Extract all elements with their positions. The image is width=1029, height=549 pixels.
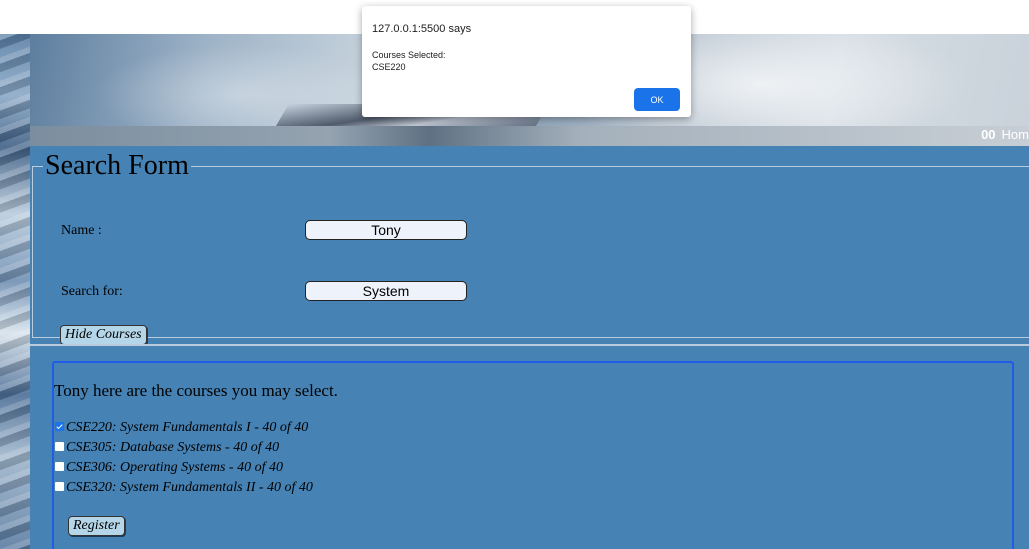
course-list: CSE220: System Fundamentals I - 40 of 40… bbox=[55, 420, 313, 500]
course-checkbox[interactable] bbox=[55, 442, 64, 452]
nav-badge: 00 bbox=[981, 127, 996, 142]
ok-button[interactable]: OK bbox=[634, 88, 680, 111]
section-divider bbox=[30, 344, 1029, 346]
nav-link-home[interactable]: Hom bbox=[1002, 127, 1029, 142]
page: Course Register 00Hom Search Form Name :… bbox=[0, 0, 1029, 549]
name-input[interactable] bbox=[305, 220, 467, 240]
course-item[interactable]: CSE320: System Fundamentals II - 40 of 4… bbox=[55, 480, 313, 496]
course-item[interactable]: CSE220: System Fundamentals I - 40 of 40 bbox=[55, 420, 313, 436]
dialog-title: 127.0.0.1:5500 says bbox=[372, 23, 472, 35]
background-image-edge bbox=[0, 34, 30, 549]
courses-intro: Tony here are the courses you may select… bbox=[54, 381, 338, 400]
hide-courses-button[interactable]: Hide Courses bbox=[60, 325, 147, 345]
courses-box: Tony here are the courses you may select… bbox=[52, 361, 1014, 549]
alert-dialog: 127.0.0.1:5500 says Courses Selected: CS… bbox=[362, 6, 691, 117]
nav-bar: 00 Hom bbox=[30, 126, 1029, 146]
search-form: Search Form Name : Search for: Hide Cour… bbox=[32, 150, 1029, 345]
course-item[interactable]: CSE305: Database Systems - 40 of 40 bbox=[55, 440, 313, 456]
course-label: CSE220: System Fundamentals I - 40 of 40 bbox=[66, 420, 309, 435]
course-item[interactable]: CSE306: Operating Systems - 40 of 40 bbox=[55, 460, 313, 476]
dialog-message-line: CSE220 bbox=[372, 62, 406, 72]
course-checkbox[interactable] bbox=[55, 462, 64, 472]
course-label: CSE305: Database Systems - 40 of 40 bbox=[66, 440, 280, 455]
course-label: CSE320: System Fundamentals II - 40 of 4… bbox=[66, 480, 313, 495]
dialog-message-line: Courses Selected: bbox=[372, 50, 446, 60]
search-form-legend: Search Form bbox=[45, 150, 189, 181]
course-checkbox[interactable] bbox=[55, 422, 64, 432]
register-button[interactable]: Register bbox=[68, 516, 125, 536]
name-label: Name : bbox=[61, 223, 102, 238]
nav-items: 00 Hom bbox=[981, 127, 1029, 142]
search-for-label: Search for: bbox=[61, 284, 123, 299]
course-checkbox[interactable] bbox=[55, 482, 64, 492]
main-panel: Search Form Name : Search for: Hide Cour… bbox=[30, 146, 1029, 549]
search-input[interactable] bbox=[305, 281, 467, 301]
course-label: CSE306: Operating Systems - 40 of 40 bbox=[66, 460, 283, 475]
dialog-message: Courses Selected: CSE220 bbox=[372, 49, 446, 73]
